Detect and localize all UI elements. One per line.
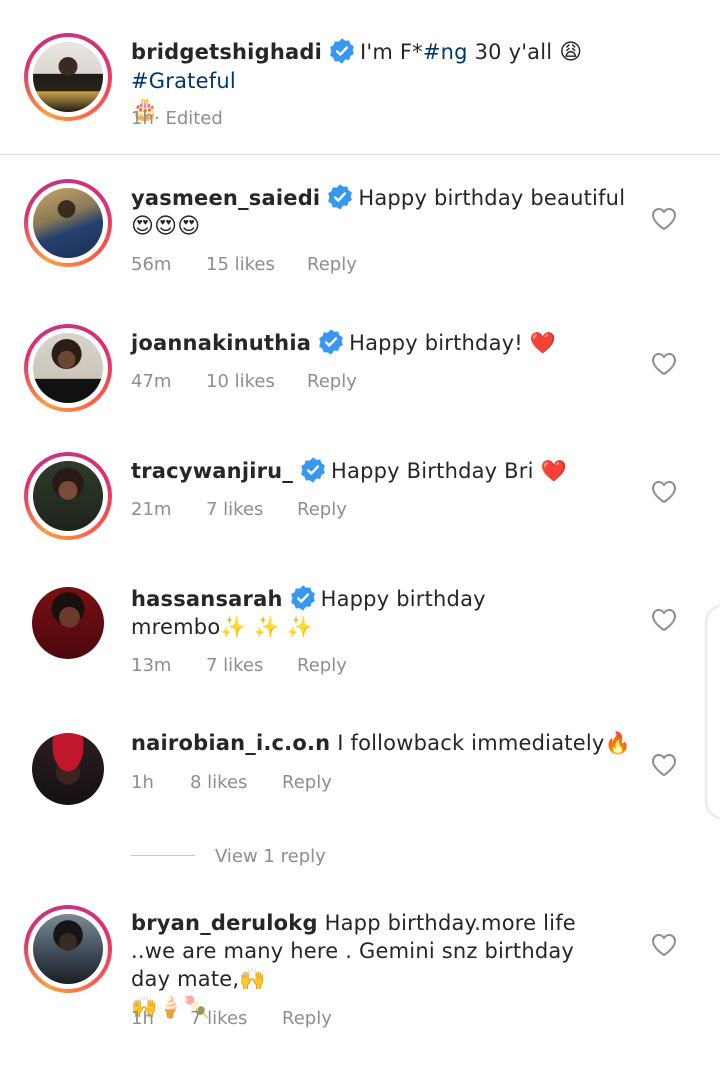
reply-thread-line [131,855,195,856]
reply-button[interactable]: Reply [307,371,357,392]
heart-outline-icon[interactable] [651,753,677,777]
reply-button[interactable]: Reply [297,499,347,520]
heart-outline-icon[interactable] [651,608,677,632]
divider [0,154,720,155]
comment-username[interactable]: tracywanjiru_ [131,459,293,483]
avatar[interactable] [32,733,104,805]
heart-outline-icon[interactable] [651,207,677,231]
comment-time: 56m [131,254,172,275]
caption-edited: · Edited [154,108,223,129]
caption-time: 1h [131,108,154,129]
comment-text: tracywanjiru_ Happy Birthday Bri ❤️ [131,456,631,485]
heart-outline-icon[interactable] [651,933,677,957]
comment-username[interactable]: hassansarah [131,587,283,611]
avatar[interactable] [24,452,112,540]
comment-time: 1h [131,772,154,793]
avatar[interactable] [24,33,112,121]
hashtag-link[interactable]: #ng [423,40,468,64]
comment-username[interactable]: bryan_derulokg [131,911,318,935]
verified-badge-icon [301,457,325,483]
avatar[interactable] [24,905,112,993]
like-count[interactable]: 15 likes [206,254,275,275]
avatar[interactable] [24,324,112,412]
like-count[interactable]: 10 likes [206,371,275,392]
comment-username[interactable]: nairobian_i.c.o.n [131,731,330,755]
verified-badge-icon [328,184,353,210]
verified-badge-icon [330,38,354,64]
like-count[interactable]: 7 likes [206,499,263,520]
like-count[interactable]: 7 likes [190,1008,247,1029]
comment-text: hassansarah Happy birthday mrembo✨ ✨ ✨ [131,584,631,641]
verified-badge-icon [290,585,315,611]
like-count[interactable]: 8 likes [190,772,247,793]
comment-time: 1h [131,1008,154,1029]
comment-time: 13m [131,655,172,676]
verified-badge-icon [319,329,343,355]
caption-username[interactable]: bridgetshighadi [131,40,322,64]
comment-text: bryan_derulokg Happ birthday.more life .… [131,911,576,1019]
comment-text: yasmeen_saiedi Happy birthday beautiful 😍😍… [131,183,631,241]
reply-button[interactable]: Reply [297,655,347,676]
comment-text: joannakinuthia Happy birthday! ❤️ [131,328,631,357]
comment-time: 21m [131,499,172,520]
comment-username[interactable]: yasmeen_saiedi [131,186,320,210]
reply-button[interactable]: Reply [282,772,332,793]
heart-outline-icon[interactable] [651,352,677,376]
edge-panel-handle[interactable] [706,605,720,819]
comment-text: nairobian_i.c.o.n I followback immediate… [131,731,631,755]
hashtag-link[interactable]: #Grateful [131,69,236,93]
reply-button[interactable]: Reply [307,254,357,275]
avatar[interactable] [32,587,104,659]
view-replies-label: View 1 reply [215,846,326,867]
avatar[interactable] [24,179,112,267]
like-count[interactable]: 7 likes [206,655,263,676]
comment-username[interactable]: joannakinuthia [131,331,311,355]
reply-button[interactable]: Reply [282,1008,332,1029]
heart-outline-icon[interactable] [651,480,677,504]
comment-time: 47m [131,371,172,392]
